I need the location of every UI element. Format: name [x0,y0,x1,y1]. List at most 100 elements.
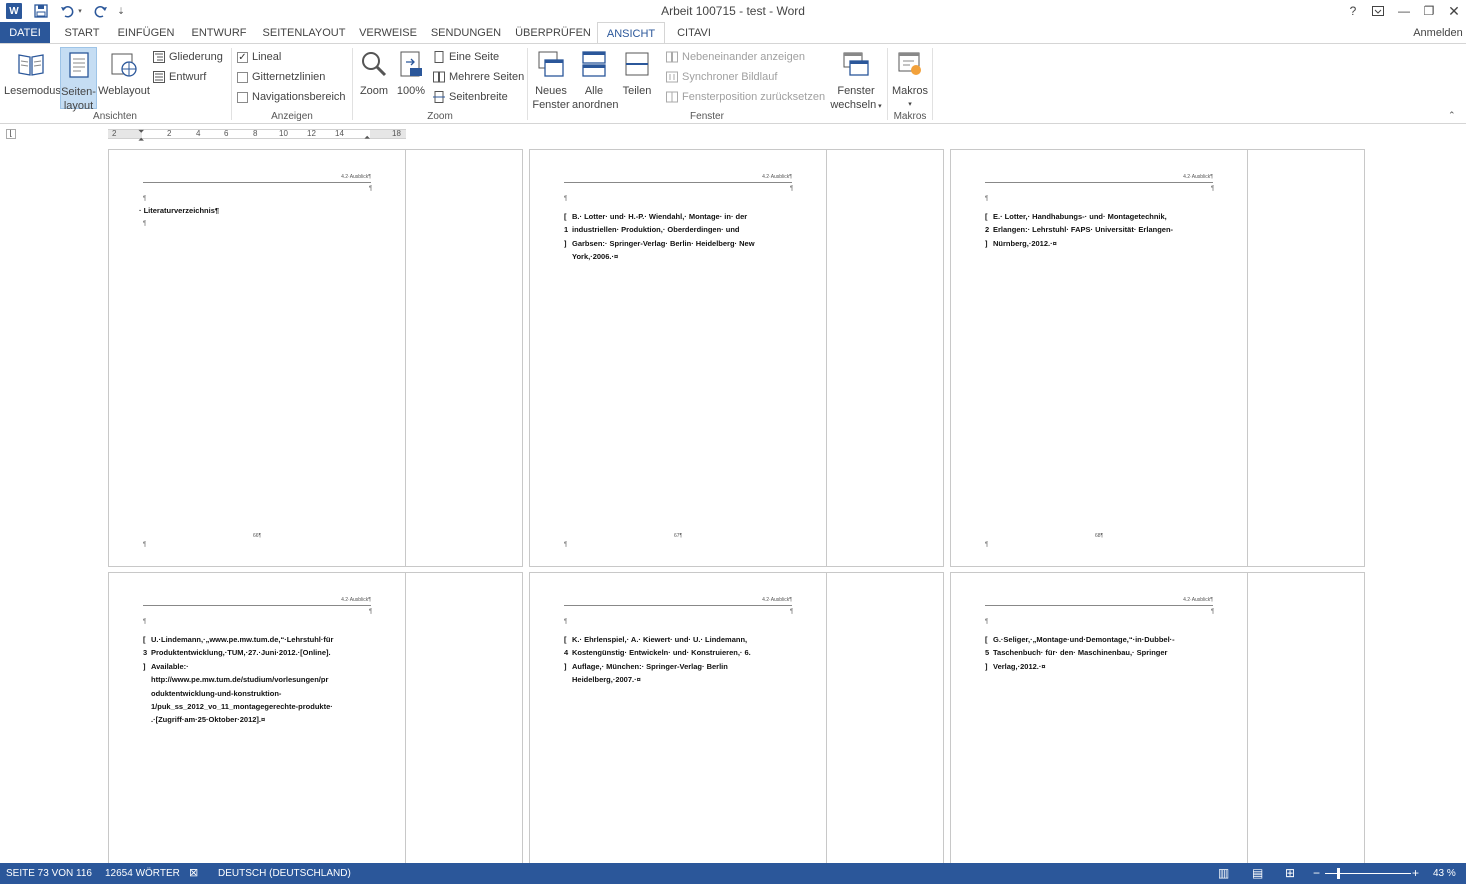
seitenlayout-button[interactable]: Seiten- layout [60,47,97,112]
page-header: 4.2·Ausblick¶ [985,174,1213,183]
makros-button[interactable]: Makros ▾ [890,47,930,109]
navigationsbereich-checkbox[interactable]: Navigationsbereich [237,89,346,105]
word-count[interactable]: 12654 WÖRTER [105,863,180,884]
signin-link[interactable]: Anmelden [1410,22,1466,44]
horizontal-ruler[interactable]: 2 2 4 6 8 10 12 14 18 ⏷ ⏶ ⏶ [108,127,406,144]
ribbon-display-options-icon[interactable] [1368,2,1388,20]
page-header: 4.2·Ausblick¶ [143,174,371,183]
group-label-makros: Makros [893,111,927,122]
help-button[interactable]: ? [1343,2,1363,20]
group-separator [932,48,933,120]
document-page[interactable]: 4.2·Ausblick¶ ¶ ¶ [4] K.· Ehrlenspiel,· … [529,572,944,863]
arrange-all-icon [579,47,609,81]
dropdown-arrow-icon: ▾ [908,101,912,108]
dropdown-arrow-icon: ▾ [876,103,882,110]
page-number: 67¶ [674,533,683,539]
group-label-ansichten: Ansichten [93,111,137,122]
print-layout-icon [64,48,94,82]
collapse-ribbon-icon[interactable]: ⌃ [1448,110,1456,121]
title-bar: W ▾ ⇣ Arbeit 100715 - test - Word ? — ❐ … [0,0,1466,22]
page-number: 66¶ [253,533,262,539]
ribbon: Lesemodus Seiten- layout Weblayout Glied… [0,43,1466,124]
neues-fenster-button[interactable]: Neues Fenster [531,47,571,111]
weblayout-button[interactable]: Weblayout [98,47,150,109]
tab-sendungen[interactable]: SENDUNGEN [428,22,504,44]
group-separator [887,48,888,120]
fenster-wechseln-button[interactable]: Fenster wechseln ▾ [829,47,883,111]
ruler-row: ⌊ 2 2 4 6 8 10 12 14 18 ⏷ ⏶ ⏶ [0,125,1466,145]
tab-entwurf[interactable]: ENTWURF [189,22,249,44]
language-indicator[interactable]: DEUTSCH (DEUTSCHLAND) [218,863,351,884]
tab-citavi[interactable]: CITAVI [672,22,716,44]
status-bar: SEITE 73 VON 116 12654 WÖRTER ⊠ DEUTSCH … [0,863,1466,884]
lesemodus-button[interactable]: Lesemodus [4,47,61,109]
teilen-button[interactable]: Teilen [618,47,656,99]
fensterposition-button[interactable]: Fensterposition zurücksetzen [666,89,825,105]
draft-icon [153,71,165,83]
outline-icon [153,51,165,63]
document-page[interactable]: 4.2·Ausblick¶ ¶ ¶ [2] E.· Lotter,· Handh… [950,149,1365,567]
checkbox-unchecked-icon [237,71,248,83]
eine-seite-button[interactable]: Eine Seite [433,49,499,65]
tab-einfuegen[interactable]: EINFÜGEN [115,22,177,44]
group-label-fenster: Fenster [690,111,724,122]
zoom-slider-thumb[interactable] [1337,868,1340,879]
right-indent-marker[interactable]: ⏶ [364,133,370,143]
minimize-icon[interactable]: — [1394,2,1414,20]
page-width-icon [433,91,445,103]
split-icon [622,47,652,81]
tab-datei[interactable]: DATEI [0,22,50,44]
print-layout-view-icon[interactable]: ▤ [1252,863,1263,884]
reset-window-icon [666,91,678,103]
document-workspace[interactable]: 4.2·Ausblick¶ ¶ ¶ · Literaturverzeichnis… [0,145,1466,863]
tab-ansicht[interactable]: ANSICHT [597,22,665,44]
document-page[interactable]: 4.2·Ausblick¶ ¶ ¶ [1] B.· Lotter· und· H… [529,149,944,567]
lineal-checkbox[interactable]: ✓ Lineal [237,49,281,65]
zoom-out-icon[interactable]: − [1313,863,1320,884]
document-page[interactable]: 4.2·Ausblick¶ ¶ ¶ [5] G.·Seliger,·„Monta… [950,572,1365,863]
checkbox-checked-icon: ✓ [237,51,248,63]
tab-verweise[interactable]: VERWEISE [358,22,418,44]
web-layout-view-icon[interactable]: ⊞ [1285,863,1295,884]
group-label-zoom: Zoom [427,111,453,122]
tab-ueberpruefen[interactable]: ÜBERPRÜFEN [514,22,592,44]
hanging-indent-marker[interactable]: ⏶ [138,135,144,145]
nebeneinander-button[interactable]: Nebeneinander anzeigen [666,49,805,65]
seitenbreite-button[interactable]: Seitenbreite [433,89,508,105]
macros-icon [895,47,925,81]
page-counter[interactable]: SEITE 73 VON 116 [6,863,92,884]
sync-scroll-icon [666,71,678,83]
mehrere-seiten-button[interactable]: Mehrere Seiten [433,69,524,85]
tab-start[interactable]: START [57,22,107,44]
proofing-icon[interactable]: ⊠ [189,863,198,884]
read-mode-icon [16,47,46,81]
document-page[interactable]: 4.2·Ausblick¶ ¶ ¶ · Literaturverzeichnis… [108,149,523,567]
zoom-button[interactable]: Zoom [356,47,392,99]
magnifier-icon [359,47,389,81]
page-number: 68¶ [1095,533,1104,539]
synchroner-bildlauf-button[interactable]: Synchroner Bildlauf [666,69,777,85]
zoom-in-icon[interactable]: + [1412,863,1419,884]
checkbox-unchecked-icon [237,91,248,103]
restore-icon[interactable]: ❐ [1419,2,1439,20]
page-header: 4.2·Ausblick¶ [985,597,1213,606]
close-icon[interactable]: ✕ [1444,2,1464,20]
zoom-slider[interactable] [1325,868,1411,879]
read-mode-view-icon[interactable]: ▥ [1218,863,1229,884]
zoom-level[interactable]: 43 % [1433,863,1456,884]
alle-anordnen-button[interactable]: Alle anordnen [572,47,619,111]
tab-selector-icon[interactable]: ⌊ [6,129,16,139]
multiple-pages-icon [433,71,445,83]
group-separator [352,48,353,120]
web-layout-icon [109,47,139,81]
entwurf-button[interactable]: Entwurf [153,69,206,85]
page-header: 4.2·Ausblick¶ [564,174,792,183]
page-header: 4.2·Ausblick¶ [564,597,792,606]
gitternetzlinien-checkbox[interactable]: Gitternetzlinien [237,69,325,85]
zoom-100-icon [396,47,426,81]
document-page[interactable]: 4.2·Ausblick¶ ¶ ¶ [3] U.·Lindemann,·„www… [108,572,523,863]
gliederung-button[interactable]: Gliederung [153,49,223,65]
zoom-100-button[interactable]: 100% [394,47,428,99]
switch-windows-icon [841,47,871,81]
tab-seitenlayout[interactable]: SEITENLAYOUT [260,22,348,44]
